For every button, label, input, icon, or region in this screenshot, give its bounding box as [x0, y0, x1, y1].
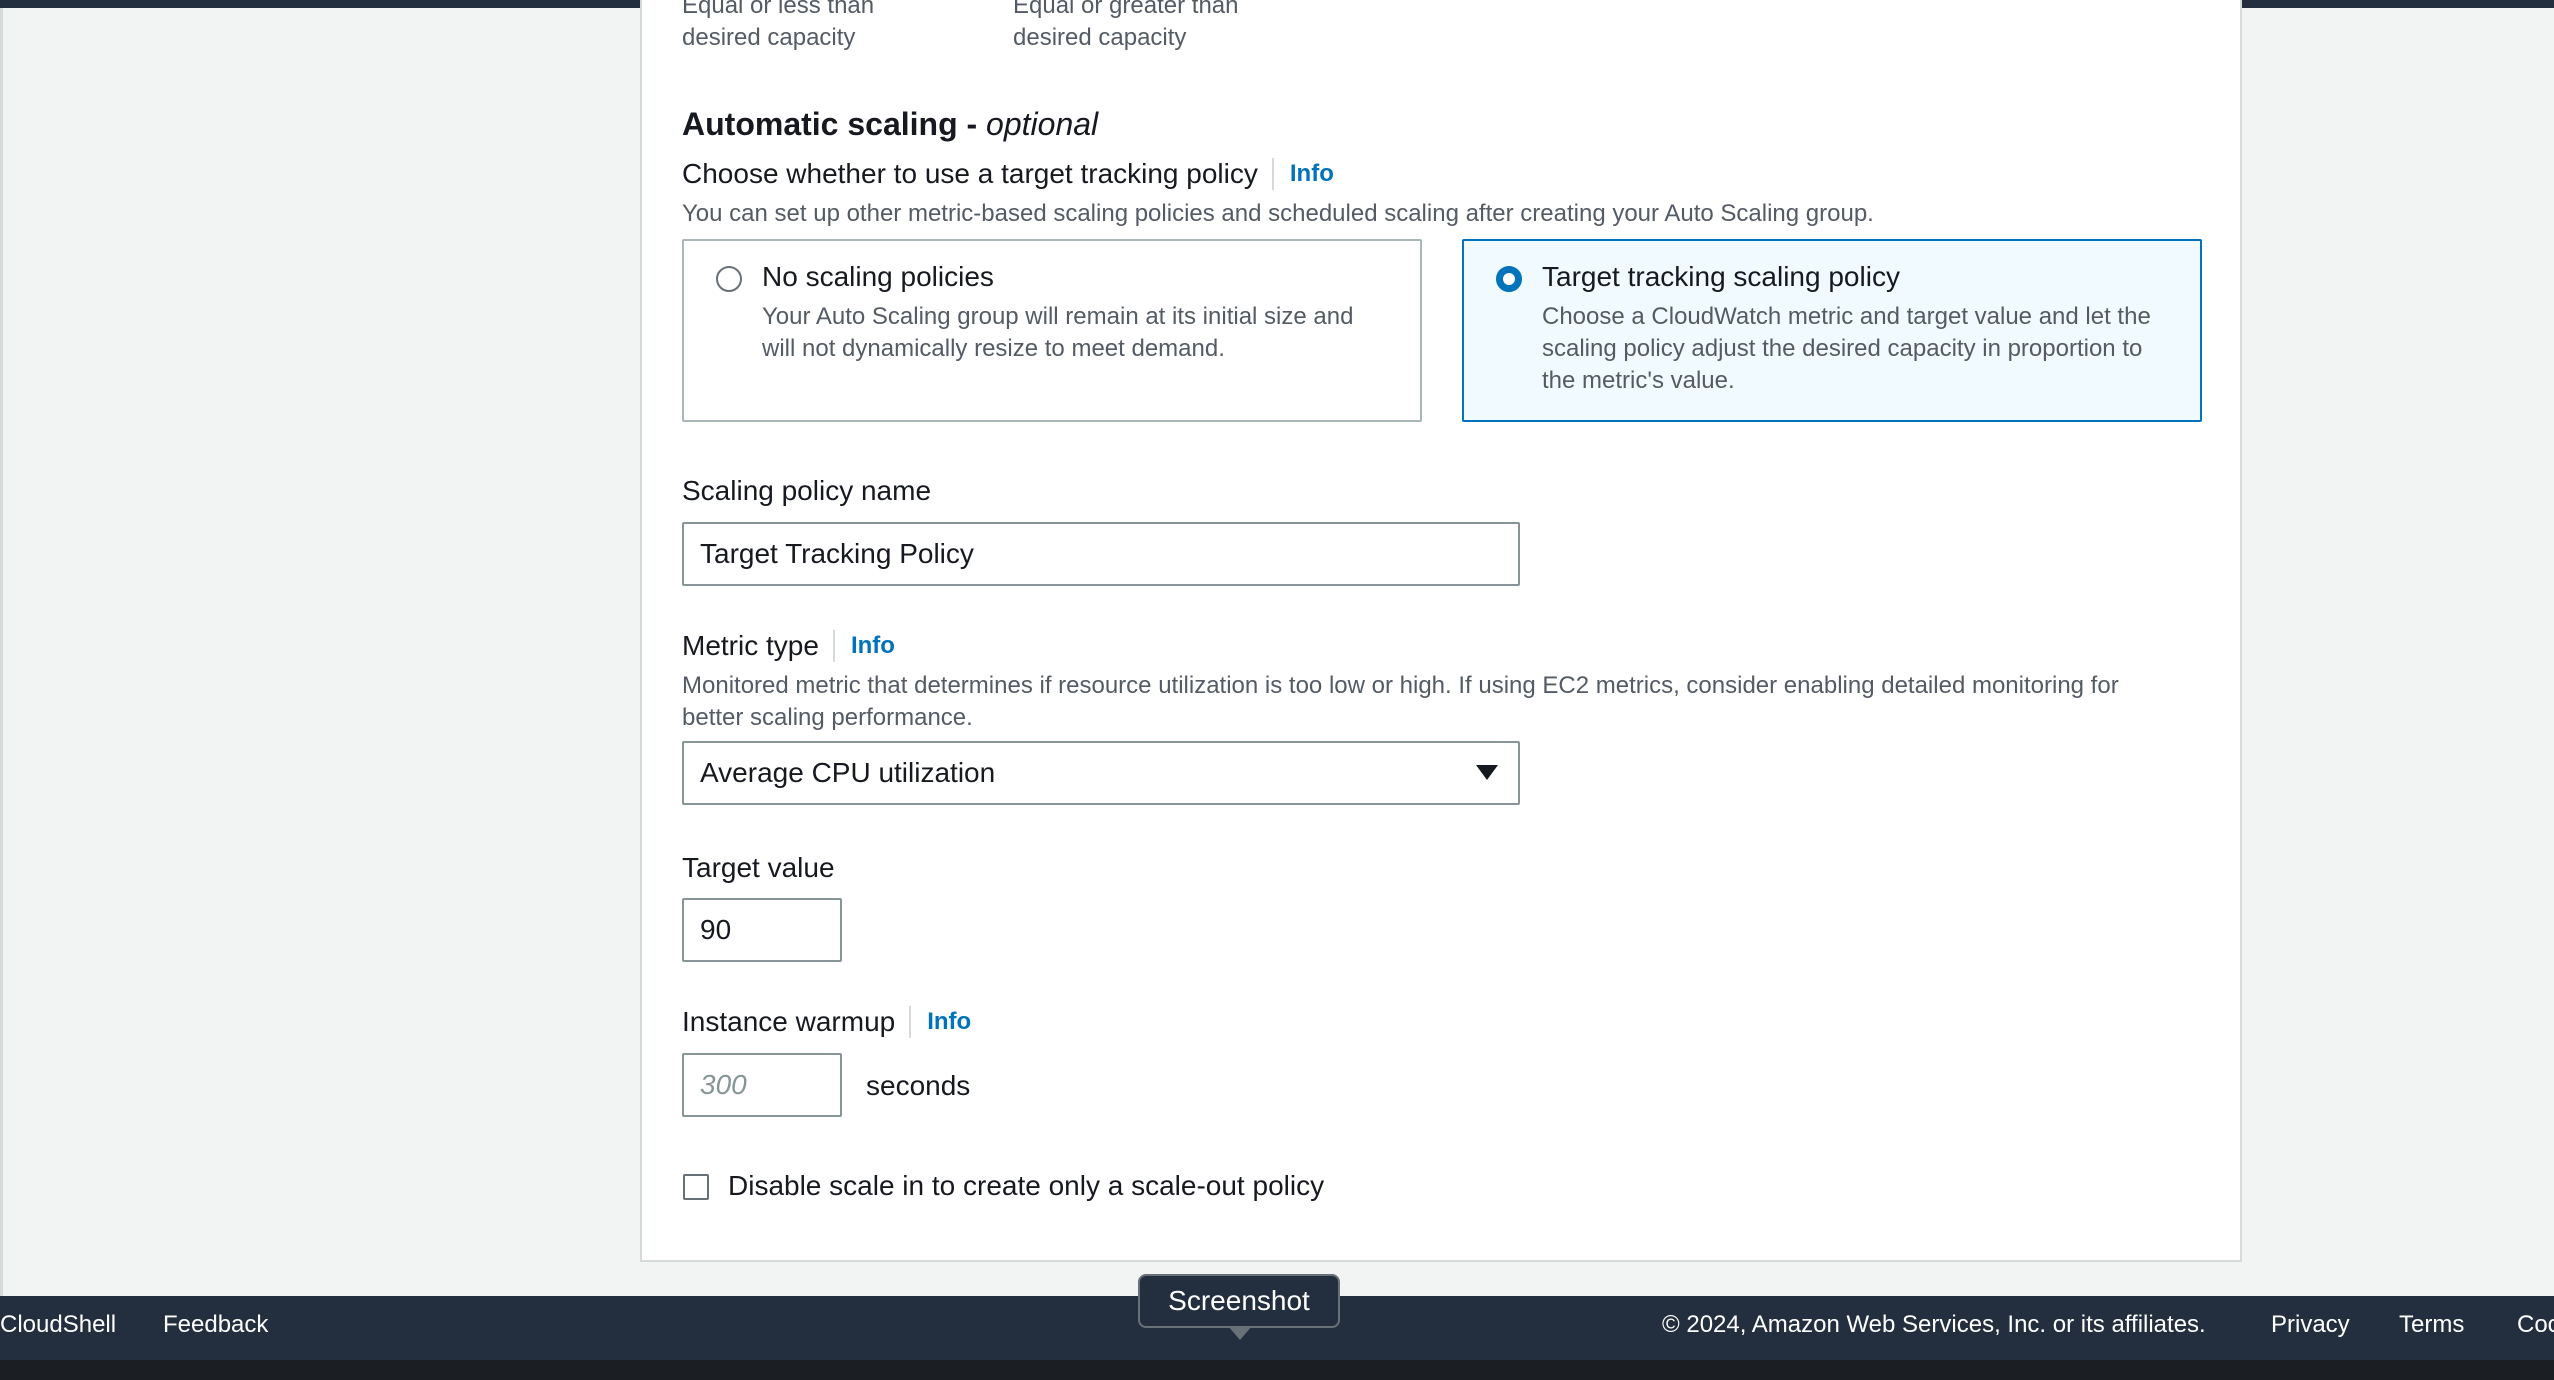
target-tracking-question-row: Choose whether to use a target tracking …	[682, 158, 1334, 190]
info-separator	[1271, 158, 1274, 190]
target-tracking-policy-tile[interactable]: Target tracking scaling policy Choose a …	[1462, 239, 2202, 422]
target-value-label: Target value	[682, 852, 835, 883]
target-tracking-policy-description: Choose a CloudWatch metric and target va…	[1542, 301, 2151, 397]
feedback-link[interactable]: Feedback	[163, 1311, 268, 1339]
cloudshell-link[interactable]: CloudShell	[0, 1311, 116, 1339]
automatic-scaling-description: You can set up other metric-based scalin…	[682, 200, 1874, 227]
no-scaling-policies-tile[interactable]: No scaling policies Your Auto Scaling gr…	[682, 239, 1422, 422]
metric-type-desc-line2: better scaling performance.	[682, 704, 973, 731]
target-tracking-desc-line3: the metric's value.	[1542, 367, 1735, 394]
instance-warmup-input[interactable]: 300	[682, 1053, 842, 1117]
max-capacity-hint-line1: Equal or greater than	[1013, 0, 1239, 19]
no-scaling-desc-line1: Your Auto Scaling group will remain at i…	[762, 303, 1354, 330]
scaling-policy-name-input[interactable]: Target Tracking Policy	[682, 522, 1520, 586]
metric-type-label: Metric type	[682, 630, 819, 661]
left-panel-edge	[0, 8, 3, 1296]
target-value-input[interactable]: 90	[682, 898, 842, 962]
target-tracking-question: Choose whether to use a target tracking …	[682, 158, 1258, 189]
caret-down-icon	[1476, 765, 1498, 780]
optional-label: optional	[986, 106, 1099, 142]
max-capacity-hint-line2: desired capacity	[1013, 24, 1187, 51]
tooltip-arrow	[1228, 1326, 1252, 1340]
instance-warmup-info-link[interactable]: Info	[927, 1008, 971, 1035]
instance-warmup-label: Instance warmup	[682, 1006, 896, 1037]
min-capacity-hint-line1: Equal or less than	[682, 0, 875, 19]
metric-type-description: Monitored metric that determines if reso…	[682, 670, 2119, 734]
target-tracking-desc-line1: Choose a CloudWatch metric and target va…	[1542, 303, 2151, 330]
no-scaling-policies-title: No scaling policies	[762, 261, 994, 292]
automatic-scaling-title-text: Automatic scaling -	[682, 106, 987, 142]
no-scaling-policies-radio[interactable]	[716, 266, 742, 292]
target-tracking-policy-title: Target tracking scaling policy	[1542, 261, 1900, 292]
automatic-scaling-title: Automatic scaling - optional	[682, 106, 1098, 143]
scaling-policy-name-label: Scaling policy name	[682, 475, 932, 506]
form-container: Equal or less than desired capacity Equa…	[640, 0, 2242, 1262]
no-scaling-desc-line2: will not dynamically resize to meet dema…	[762, 335, 1225, 362]
info-separator	[909, 1006, 912, 1038]
instance-warmup-label-row: Instance warmup Info	[682, 1006, 971, 1038]
disable-scale-in-checkbox[interactable]	[683, 1174, 709, 1200]
privacy-link[interactable]: Privacy	[2271, 1311, 2350, 1339]
copyright-text: © 2024, Amazon Web Services, Inc. or its…	[1662, 1311, 2206, 1338]
metric-type-info-link[interactable]: Info	[851, 632, 895, 659]
taskbar-strip	[0, 1360, 2554, 1380]
min-capacity-hint: Equal or less than desired capacity	[682, 0, 874, 54]
automatic-scaling-info-link[interactable]: Info	[1290, 160, 1334, 187]
target-tracking-desc-line2: scaling policy adjust the desired capaci…	[1542, 335, 2143, 362]
terms-link[interactable]: Terms	[2399, 1311, 2464, 1339]
max-capacity-hint: Equal or greater than desired capacity	[1013, 0, 1238, 54]
metric-type-label-row: Metric type Info	[682, 630, 895, 662]
screenshot-tooltip: Screenshot	[1138, 1274, 1340, 1328]
disable-scale-in-label[interactable]: Disable scale in to create only a scale-…	[728, 1170, 1324, 1202]
info-separator	[832, 630, 835, 662]
min-capacity-hint-line2: desired capacity	[682, 24, 856, 51]
cookie-preferences-link[interactable]: Coo	[2517, 1311, 2554, 1339]
metric-type-desc-line1: Monitored metric that determines if reso…	[682, 672, 2119, 699]
no-scaling-policies-description: Your Auto Scaling group will remain at i…	[762, 301, 1353, 365]
instance-warmup-unit: seconds	[866, 1070, 971, 1101]
metric-type-select[interactable]: Average CPU utilization	[682, 741, 1520, 805]
metric-type-selected-value: Average CPU utilization	[700, 757, 996, 788]
target-tracking-policy-radio[interactable]	[1496, 266, 1522, 292]
